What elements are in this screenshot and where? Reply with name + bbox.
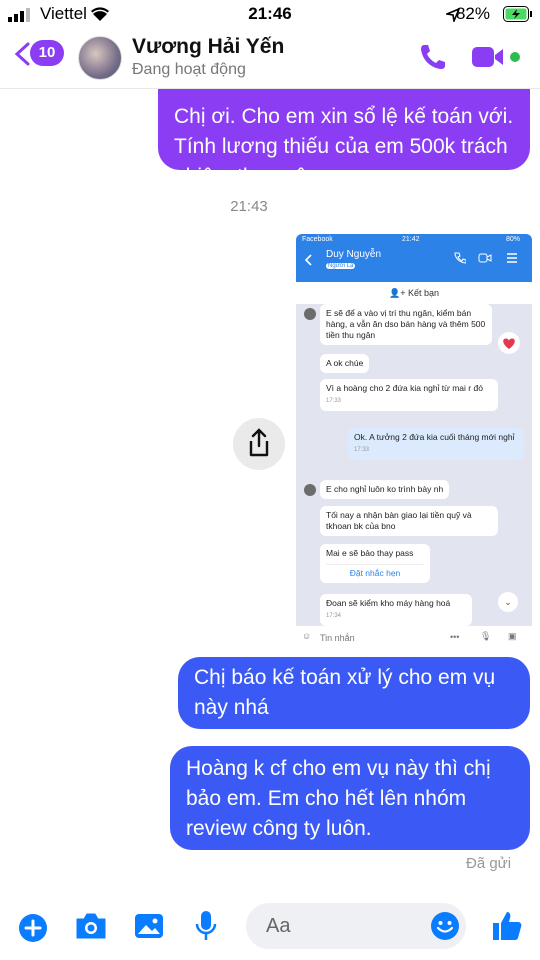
embedded-emoji-icon: ☺ <box>302 631 312 641</box>
embedded-composer-placeholder: Tin nhắn <box>320 633 355 643</box>
embedded-message: Vì a hoàng cho 2 đứa kia nghỉ từ mai r đ… <box>320 379 498 411</box>
embedded-status-battery: 80% <box>506 236 521 243</box>
embedded-menu-icon <box>507 253 517 263</box>
share-button[interactable] <box>233 418 285 470</box>
sent-status: Đã gửi <box>466 855 512 872</box>
embedded-message-time: 17:34 <box>326 613 342 619</box>
embedded-message: A ok chúe <box>320 354 370 373</box>
contact-name[interactable]: Vương Hải Yến <box>132 35 284 59</box>
camera-icon[interactable] <box>74 911 108 941</box>
embedded-message: Tối nay a nhận bàn giao lại tiền quỹ và … <box>320 506 498 536</box>
embedded-message-text: Ok. A tưởng 2 đứa kia cuối tháng mới ngh… <box>354 432 515 442</box>
plus-icon[interactable] <box>18 913 48 943</box>
message-bubble[interactable]: Chị báo kế toán xử lý cho em vụ này nhá <box>178 657 530 729</box>
embedded-message: Mai e sẽ bảo thay pass Đặt nhắc hẹn <box>320 544 430 583</box>
embedded-phone-icon <box>454 252 466 264</box>
message-text: Hoàng k cf cho em vụ này thì chị bảo em.… <box>186 757 491 840</box>
embedded-avatar <box>304 484 316 496</box>
embedded-message-time: 17:33 <box>354 447 370 453</box>
shared-screenshot-image[interactable]: Facebook 21:42 80% Duy Nguyễn Người Lạ 👤… <box>296 234 532 650</box>
embedded-contact-sub: Người Lạ <box>326 263 356 269</box>
message-timestamp: 21:43 <box>230 198 268 215</box>
embedded-header: Facebook 21:42 80% Duy Nguyễn Người Lạ <box>296 234 532 282</box>
embedded-message: Đoan sẽ kiểm kho máy hàng hoá 17:34 <box>320 594 472 626</box>
embedded-gallery-icon: ▣ <box>508 631 517 641</box>
message-text: Chị ơi. Cho em xin sổ lệ kế toán với. Tí… <box>174 105 514 188</box>
embedded-add-friend-label: Kết bạn <box>407 288 439 298</box>
embedded-status-app: Facebook <box>302 236 333 243</box>
embedded-message-time: 17:33 <box>326 398 342 404</box>
gallery-icon[interactable] <box>133 912 165 940</box>
unread-count-badge[interactable]: 10 <box>30 40 64 66</box>
embedded-add-friend-bar: 👤+ Kết bạn <box>296 282 532 304</box>
embedded-scroll-down-icon: ⌄ <box>498 592 518 612</box>
phone-call-icon[interactable] <box>418 42 448 72</box>
microphone-icon[interactable] <box>194 909 218 943</box>
emoji-icon[interactable] <box>430 911 460 941</box>
embedded-mic-icon: 🎙 <box>480 631 492 641</box>
embedded-avatar <box>304 308 316 320</box>
battery-percent: 82% <box>455 4 490 23</box>
message-input[interactable]: Aa <box>246 903 466 949</box>
message-bubble[interactable]: Hoàng k cf cho em vụ này thì chị bảo em.… <box>170 746 530 850</box>
embedded-message-text: Mai e sẽ bảo thay pass <box>326 548 414 558</box>
message-composer: Aa <box>0 895 540 960</box>
embedded-status-time: 21:42 <box>402 236 420 243</box>
embedded-message-text: Vì a hoàng cho 2 đứa kia nghỉ từ mai r đ… <box>326 383 483 393</box>
battery-icon <box>503 6 532 22</box>
person-add-icon: 👤+ <box>389 288 408 298</box>
embedded-message-sent: Ok. A tưởng 2 đứa kia cuối tháng mới ngh… <box>348 428 524 460</box>
embedded-back-icon <box>304 254 312 266</box>
chat-header: 10 Vương Hải Yến Đang hoạt động <box>0 30 540 89</box>
back-chevron-icon[interactable] <box>14 42 30 66</box>
embedded-message-text: Đoan sẽ kiểm kho máy hàng hoá <box>326 598 451 608</box>
heart-reaction-icon <box>498 332 520 354</box>
message-text: Chị báo kế toán xử lý cho em vụ này nhá <box>194 666 496 719</box>
embedded-video-icon <box>478 253 492 263</box>
share-icon <box>249 428 269 457</box>
embedded-composer: ☺ Tin nhắn ••• 🎙 ▣ <box>296 626 532 650</box>
embedded-reminder-link: Đặt nhắc hẹn <box>326 564 424 579</box>
contact-avatar[interactable] <box>78 36 122 80</box>
thumbs-up-icon[interactable] <box>490 909 524 943</box>
embedded-message: E sẽ để a vào vị trí thu ngân, kiểm bán … <box>320 304 492 345</box>
message-input-placeholder: Aa <box>266 915 291 937</box>
embedded-contact-name: Duy Nguyễn <box>326 249 382 260</box>
contact-status: Đang hoạt động <box>132 61 246 78</box>
video-call-icon[interactable] <box>470 44 524 70</box>
embedded-more-icon: ••• <box>450 632 460 642</box>
embedded-message: E cho nghỉ luôn ko trình bày nh <box>320 480 450 499</box>
status-bar: Viettel 21:46 82% <box>0 0 540 30</box>
